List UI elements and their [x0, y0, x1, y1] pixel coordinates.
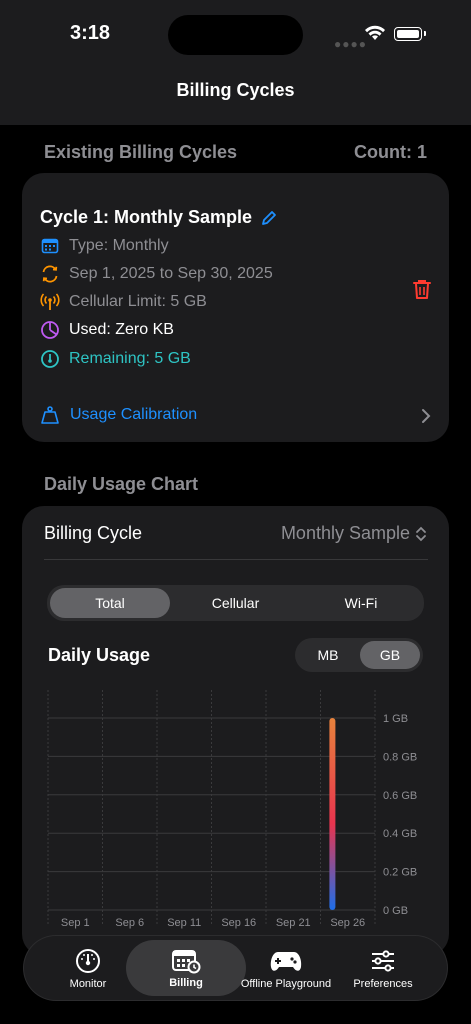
dynamic-island — [168, 15, 303, 55]
cycle-type: Type: Monthly — [69, 237, 169, 254]
cycle-title: Cycle 1: Monthly Sample — [40, 207, 278, 228]
cellular-limit: Cellular Limit: 5 GB — [69, 293, 207, 310]
y-tick-label: 1 GB — [383, 713, 408, 725]
page-title: Billing Cycles — [176, 80, 295, 100]
x-tick-label: Sep 26 — [330, 917, 365, 929]
cycle-used-row: Used: Zero KB — [40, 320, 174, 340]
tab-preferences-label: Preferences — [353, 978, 413, 990]
gauge-small-icon — [40, 349, 60, 369]
tab-billing[interactable]: Billing — [126, 940, 246, 996]
billing-cycle-picker[interactable]: Monthly Sample — [281, 523, 427, 544]
pencil-icon[interactable] — [260, 209, 278, 227]
unit-segment[interactable]: MB GB — [295, 638, 423, 672]
filter-wifi[interactable]: Wi-Fi — [301, 588, 421, 618]
tab-monitor-label: Monitor — [69, 978, 107, 990]
cellular-signal-icon: ●●●● — [334, 37, 367, 51]
battery-icon — [394, 27, 426, 41]
tab-monitor[interactable]: Monitor — [46, 936, 130, 1000]
tab-offline-playground-label: Offline Playground — [240, 978, 332, 990]
wifi-icon — [365, 25, 385, 40]
cycle-dates-row: Sep 1, 2025 to Sep 30, 2025 — [40, 264, 273, 284]
tab-preferences[interactable]: Preferences — [340, 936, 426, 1000]
x-tick-label: Sep 21 — [276, 917, 311, 929]
sliders-icon — [372, 950, 394, 972]
trash-icon[interactable] — [412, 278, 432, 300]
chevron-right-icon[interactable] — [421, 408, 431, 424]
source-filter-segment[interactable]: Total Cellular Wi-Fi — [47, 585, 424, 621]
usage-calibration-link[interactable]: Usage Calibration — [40, 405, 197, 425]
gamecontroller-icon — [270, 952, 302, 971]
unit-gb[interactable]: GB — [360, 641, 420, 669]
y-tick-label: 0.2 GB — [383, 867, 417, 879]
calendar-icon — [40, 236, 60, 256]
tab-bar: Monitor Billing Offline Playground Prefe… — [24, 936, 447, 1000]
x-tick-label: Sep 6 — [115, 917, 144, 929]
y-tick-label: 0.6 GB — [383, 790, 417, 802]
used-amount: Used: Zero KB — [69, 321, 174, 338]
cycle-dates: Sep 1, 2025 to Sep 30, 2025 — [69, 265, 273, 282]
cycle-type-row: Type: Monthly — [40, 236, 169, 256]
billing-cycle-picker-value: Monthly Sample — [280, 523, 410, 543]
billing-cycle-label: Billing Cycle — [44, 523, 143, 543]
y-tick-label: 0 GB — [383, 905, 408, 917]
x-tick-label: Sep 11 — [167, 917, 201, 929]
daily-usage-chart-header: Daily Usage Chart — [44, 474, 199, 494]
cycle-count: Count: 1 — [354, 142, 427, 162]
usage-bar — [329, 718, 336, 910]
remaining-amount: Remaining: 5 GB — [69, 350, 191, 367]
tab-offline-playground[interactable]: Offline Playground — [236, 936, 336, 1000]
scale-icon — [41, 406, 59, 424]
y-tick-label: 0.4 GB — [383, 828, 417, 840]
repeat-icon — [40, 264, 60, 284]
filter-cellular[interactable]: Cellular — [174, 588, 297, 618]
x-tick-label: Sep 1 — [61, 917, 90, 929]
filter-total[interactable]: Total — [50, 588, 170, 618]
daily-usage-title: Daily Usage — [48, 645, 151, 665]
cycle-title-text: Cycle 1: Monthly Sample — [40, 207, 253, 227]
x-tick-label: Sep 16 — [221, 917, 256, 929]
usage-calibration-label: Usage Calibration — [70, 406, 198, 423]
existing-cycles-header: Existing Billing Cycles — [44, 142, 238, 162]
chevron-updown-icon — [416, 526, 426, 541]
cycle-limit-row: Cellular Limit: 5 GB — [40, 292, 207, 312]
unit-mb[interactable]: MB — [298, 641, 358, 669]
tab-billing-label: Billing — [169, 977, 203, 989]
y-tick-label: 0.8 GB — [383, 751, 417, 763]
pie-chart-icon — [40, 320, 60, 340]
antenna-icon — [40, 292, 60, 312]
gauge-icon — [76, 949, 100, 973]
divider — [44, 559, 428, 560]
status-time: 3:18 — [70, 22, 111, 44]
billing-calendar-icon — [172, 950, 201, 974]
cycle-remaining-row: Remaining: 5 GB — [40, 349, 191, 369]
daily-usage-chart: 1 GB 0.8 GB 0.6 GB 0.4 GB 0.2 GB 0 GB Sep 1 Sep… — [47, 690, 417, 929]
